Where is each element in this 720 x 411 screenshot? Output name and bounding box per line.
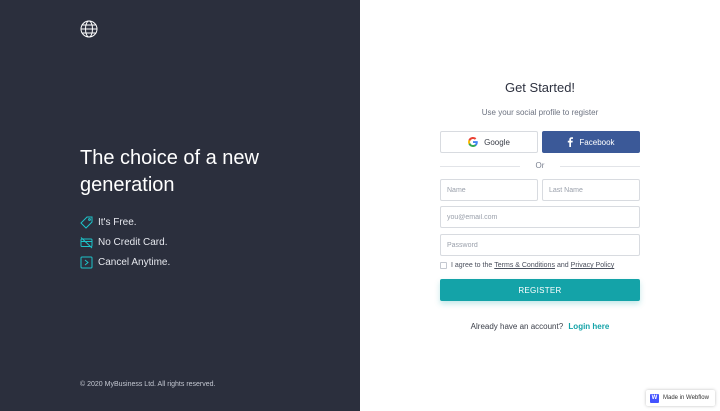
login-row: Already have an account? Login here <box>360 322 720 331</box>
terms-agreement: I agree to the Terms & Conditions and Pr… <box>440 262 616 269</box>
left-panel: The choice of a new generation It's Free… <box>0 0 360 411</box>
tag-icon <box>80 216 93 229</box>
no-credit-card-icon <box>80 236 93 249</box>
google-label: Google <box>484 137 510 147</box>
register-button[interactable]: REGISTER <box>440 279 640 301</box>
feature-label: It's Free. <box>98 216 137 228</box>
feature-item: No Credit Card. <box>80 232 170 252</box>
feature-label: No Credit Card. <box>98 236 168 248</box>
login-link[interactable]: Login here <box>568 322 609 331</box>
divider-line <box>560 166 640 167</box>
feature-item: Cancel Anytime. <box>80 252 170 272</box>
globe-icon[interactable] <box>80 20 98 38</box>
last-name-field[interactable] <box>542 179 640 201</box>
facebook-label: Facebook <box>579 137 615 147</box>
terms-link[interactable]: Terms & Conditions <box>494 262 555 269</box>
webflow-badge[interactable]: W Made in Webflow <box>646 390 715 406</box>
terms-checkbox[interactable] <box>440 262 447 269</box>
exit-icon <box>80 256 93 269</box>
form-title: Get Started! <box>504 80 576 95</box>
agree-and: and <box>556 262 569 269</box>
right-panel: Get Started! Use your social profile to … <box>360 0 720 411</box>
webflow-label: Made in Webflow <box>663 395 709 401</box>
feature-list: It's Free. No Credit Card. Cancel Anytim… <box>80 212 170 272</box>
webflow-icon: W <box>650 393 659 403</box>
feature-item: It's Free. <box>80 212 170 232</box>
name-field[interactable] <box>440 179 538 201</box>
agree-prefix: I agree to the <box>451 262 493 269</box>
login-prompt: Already have an account? <box>470 322 564 331</box>
password-field[interactable] <box>440 234 640 256</box>
google-icon <box>468 137 478 147</box>
facebook-button[interactable]: Facebook <box>542 131 640 153</box>
google-button[interactable]: Google <box>440 131 538 153</box>
copyright: © 2020 MyBusiness Ltd. All rights reserv… <box>80 381 216 388</box>
facebook-icon <box>567 137 574 147</box>
or-divider: Or <box>440 160 640 172</box>
form-subtitle: Use your social profile to register <box>481 108 599 117</box>
privacy-link[interactable]: Privacy Policy <box>571 262 615 269</box>
email-field[interactable] <box>440 206 640 228</box>
headline: The choice of a new generation <box>80 147 259 196</box>
feature-label: Cancel Anytime. <box>98 256 171 268</box>
